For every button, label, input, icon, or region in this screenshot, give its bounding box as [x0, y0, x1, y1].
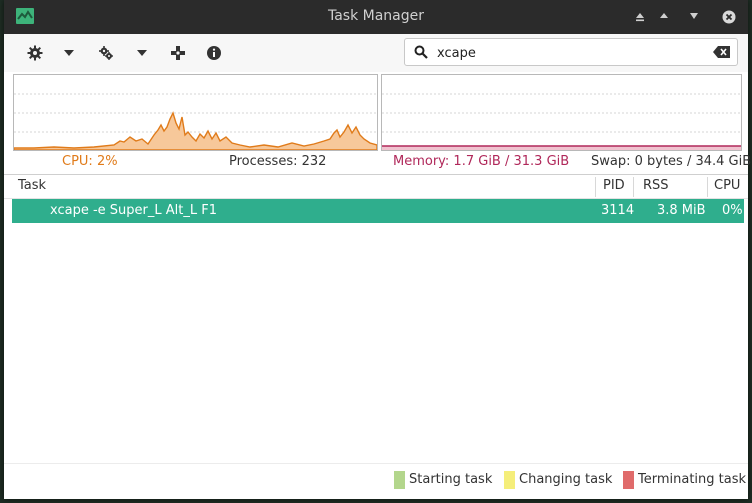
stats-bar: CPU: 2% Processes: 232 Memory: 1.7 GiB /…	[4, 153, 752, 173]
close-icon	[722, 10, 736, 24]
cpu-graph	[13, 74, 378, 151]
divider	[4, 463, 748, 464]
task-name: xcape -e Super_L Alt_L F1	[50, 203, 217, 218]
restore-button[interactable]	[686, 9, 702, 25]
task-manager-window: Task Manager xcape CPU: 2% Processes: 23…	[4, 0, 752, 499]
starting-swatch	[394, 471, 405, 489]
column-separator[interactable]	[595, 177, 596, 197]
column-header-pid[interactable]: PID	[603, 178, 625, 193]
settings-button[interactable]	[24, 42, 46, 64]
close-button[interactable]	[721, 9, 737, 25]
task-row[interactable]: xcape -e Super_L Alt_L F1 3114 3.8 MiB 0…	[12, 199, 744, 223]
column-header-task[interactable]: Task	[18, 178, 46, 193]
search-input[interactable]	[435, 42, 699, 64]
processes-button[interactable]	[95, 42, 117, 64]
graphs-area	[4, 72, 748, 154]
changing-swatch	[504, 471, 515, 489]
column-separator[interactable]	[707, 177, 708, 197]
about-button[interactable]	[203, 42, 225, 64]
memory-usage-label: Memory: 1.7 GiB / 31.3 GiB	[393, 154, 570, 169]
toolbar	[4, 34, 748, 72]
move-icon	[171, 46, 185, 60]
gear-icon	[27, 45, 43, 61]
dropdown-icon	[137, 50, 147, 56]
task-cpu: 0%	[722, 203, 743, 218]
eject-icon	[636, 13, 644, 22]
legend-terminating-label: Terminating task	[638, 472, 747, 487]
title-bar: Task Manager	[4, 0, 748, 34]
select-window-button[interactable]	[167, 42, 189, 64]
info-icon	[207, 46, 221, 60]
legend-starting-label: Starting task	[409, 472, 493, 487]
search-icon	[414, 45, 428, 59]
clear-search-icon[interactable]	[713, 46, 730, 58]
dropdown-icon	[64, 50, 74, 56]
task-list-header: Task PID RSS CPU	[4, 174, 748, 199]
memory-graph	[381, 74, 742, 151]
gears-icon	[99, 46, 113, 60]
cpu-usage-label: CPU: 2%	[62, 154, 118, 169]
column-header-rss[interactable]: RSS	[643, 178, 669, 193]
search-box[interactable]	[404, 38, 738, 66]
maximize-button[interactable]	[656, 9, 672, 25]
settings-dropdown-button[interactable]	[58, 42, 80, 64]
process-count-label: Processes: 232	[229, 154, 327, 169]
swap-usage-label: Swap: 0 bytes / 34.4 GiB	[591, 154, 752, 169]
restore-icon	[690, 13, 698, 19]
maximize-icon	[660, 13, 668, 18]
task-rss: 3.8 MiB	[657, 203, 706, 218]
column-separator[interactable]	[633, 177, 634, 197]
task-pid: 3114	[601, 203, 635, 218]
processes-dropdown-button[interactable]	[131, 42, 153, 64]
legend-changing-label: Changing task	[519, 472, 613, 487]
terminating-swatch	[623, 471, 634, 489]
minimize-button[interactable]	[632, 9, 648, 25]
column-header-cpu[interactable]: CPU	[714, 178, 740, 193]
